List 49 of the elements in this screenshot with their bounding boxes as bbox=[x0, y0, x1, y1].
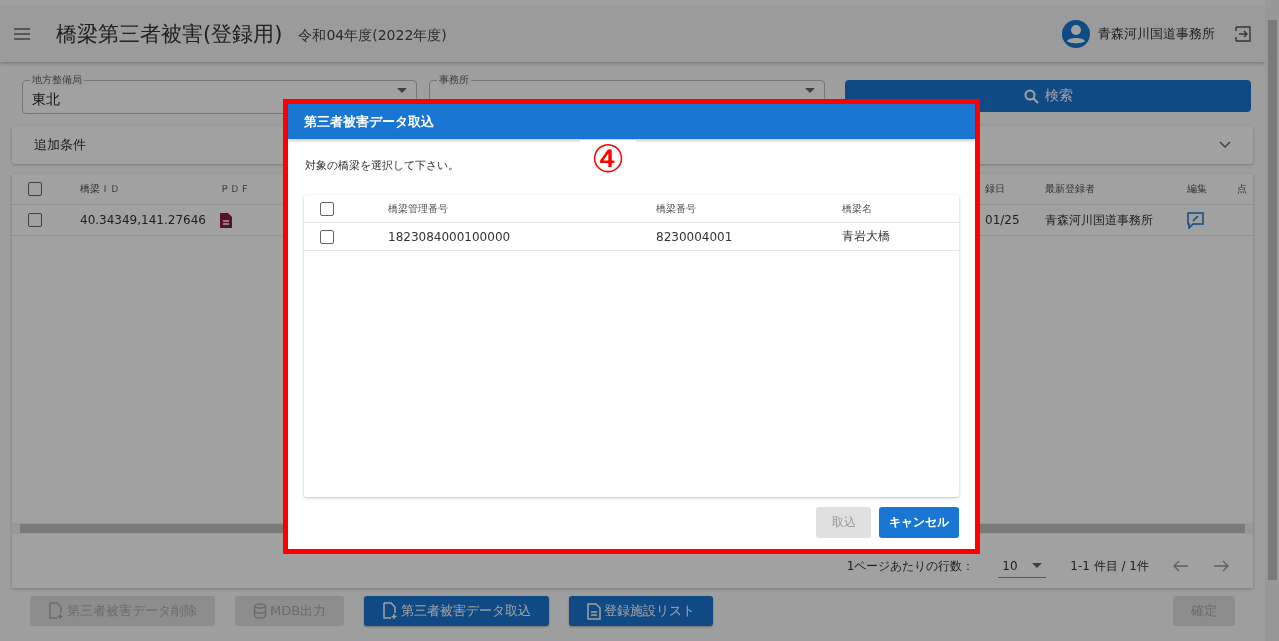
table-cell-text: 40.34349,141.27646 bbox=[80, 213, 207, 227]
pdf-file-icon[interactable] bbox=[220, 212, 232, 228]
page-title: 橋梁第三者被害(登録用) bbox=[56, 20, 283, 48]
database-icon bbox=[253, 603, 267, 619]
document-icon bbox=[587, 602, 602, 620]
caret-icon bbox=[397, 88, 408, 93]
action-button[interactable]: 第三者被害データ取込 bbox=[364, 596, 550, 626]
page-range: 1-1 件目 / 1件 bbox=[1070, 557, 1149, 575]
file-plus-icon bbox=[48, 602, 64, 620]
instruction-text: 対象の橋梁を選択して下さい。 bbox=[305, 158, 459, 173]
arrow-left-icon[interactable] bbox=[1173, 560, 1189, 572]
column-header: 編集 bbox=[1187, 182, 1208, 196]
dialog-title: 第三者被害データ取込 bbox=[288, 104, 975, 139]
column-header: ＰＤＦ bbox=[220, 182, 251, 196]
checkbox[interactable] bbox=[28, 182, 42, 196]
arrow-right-icon[interactable] bbox=[1213, 560, 1229, 572]
cancel-button[interactable]: キャンセル bbox=[879, 507, 959, 538]
menu-icon[interactable] bbox=[14, 27, 30, 40]
chevron-icon[interactable] bbox=[1219, 141, 1231, 149]
table-cell-text: 8230004001 bbox=[656, 229, 734, 244]
vertical-scrollbar[interactable] bbox=[1265, 0, 1279, 641]
field-label: 地方整備局 bbox=[30, 74, 84, 86]
table-cell-text: 青岩大橋 bbox=[842, 228, 891, 245]
field-label: 事務所 bbox=[437, 74, 472, 86]
user-avatar-icon bbox=[1062, 19, 1090, 48]
field-value: 東北 bbox=[32, 91, 60, 109]
checkbox[interactable] bbox=[320, 229, 334, 244]
table-cell-text: 01/25 bbox=[985, 213, 1021, 227]
table-cell-text: 1823084000100000 bbox=[388, 229, 512, 244]
column-header: 最新登録者 bbox=[1045, 182, 1096, 196]
panel-title: 追加条件 bbox=[34, 136, 86, 154]
column-header: 録日 bbox=[985, 182, 1006, 196]
checkbox[interactable] bbox=[28, 213, 42, 227]
fiscal-year: 令和04年度(2022年度) bbox=[298, 26, 447, 45]
rows-per-page-label: 1ページあたりの行数： bbox=[846, 557, 975, 575]
action-button[interactable]: 登録施設リスト bbox=[569, 596, 714, 626]
rows-per-page-select[interactable]: 10 bbox=[998, 554, 1047, 578]
table-cell-text: 青森河川国道事務所 bbox=[1045, 211, 1154, 229]
edit-icon[interactable] bbox=[1187, 211, 1204, 229]
user-name: 青森河川国道事務所 bbox=[1098, 24, 1215, 43]
caret-icon bbox=[805, 88, 816, 93]
column-header: 橋梁管理番号 bbox=[388, 201, 449, 216]
checkbox[interactable] bbox=[320, 201, 334, 216]
column-header: 橋梁番号 bbox=[656, 201, 697, 216]
search-icon bbox=[1023, 88, 1039, 104]
column-header: 橋梁名 bbox=[842, 201, 873, 216]
logout-icon[interactable] bbox=[1235, 25, 1251, 42]
column-header: 点 bbox=[1237, 182, 1248, 196]
file-plus-icon bbox=[382, 602, 399, 620]
